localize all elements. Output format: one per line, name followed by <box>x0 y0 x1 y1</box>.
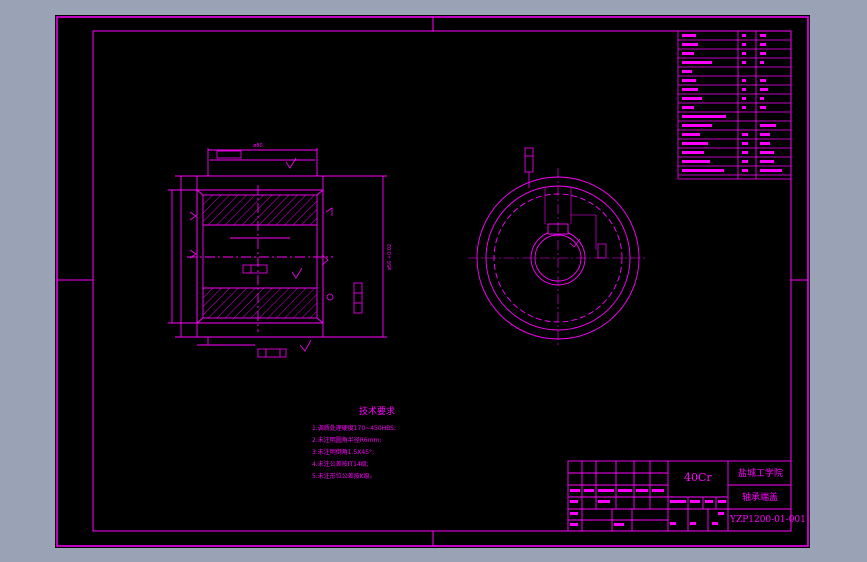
tech-requirement-1: 1.调质处理硬度170~450HBS; <box>312 425 397 432</box>
tech-requirement-4: 4.未注公差按IT14级; <box>312 461 369 468</box>
drawing-number-label: YZP1200-01-001 <box>730 515 806 525</box>
part-name-label: 轴承端盖 <box>742 493 779 503</box>
tech-requirement-5: 5.未注形位公差按K级。 <box>312 473 376 480</box>
tech-requirement-2: 2.未注明圆角半径R6mm; <box>312 437 382 444</box>
dimension-right: ø56 +0.02 <box>387 244 393 270</box>
school-label: 盐城工学院 <box>738 469 784 479</box>
tech-requirement-3: 3.未注明倒角1.5X45°; <box>312 449 375 456</box>
tech-requirements-title: 技术要求 <box>358 407 395 417</box>
material-label: 40Cr <box>684 471 712 484</box>
technical-requirements: 技术要求 1.调质处理硬度170~450HBS; 2.未注明圆角半径R6mm; … <box>312 404 472 483</box>
dimension-top: ø80 <box>253 143 262 149</box>
lower-hatched-section <box>202 287 318 319</box>
upper-hatched-section <box>202 194 318 226</box>
